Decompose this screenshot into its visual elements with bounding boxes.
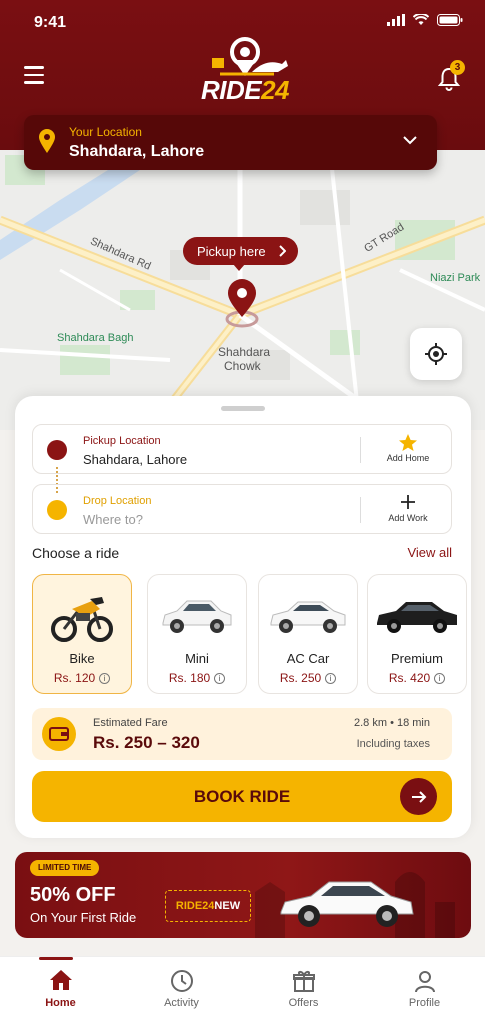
taxes-note: Including taxes [356, 738, 430, 750]
ride-option-bike[interactable]: Bike Rs. 120 i [32, 574, 132, 694]
bike-image [51, 597, 113, 642]
pickup-here-button[interactable]: Pickup here [183, 237, 298, 271]
crosshair-icon [425, 343, 447, 365]
mini-car-image [162, 600, 232, 633]
ride-option-ac-car[interactable]: AC Car Rs. 250 i [258, 574, 358, 694]
tab-label: Home [45, 997, 76, 1009]
tab-activity[interactable]: Activity [121, 957, 242, 1024]
ride-price: Rs. 420 i [368, 671, 466, 685]
logo-text: RIDE24 [200, 75, 290, 105]
pickup-location-field[interactable]: Pickup Location Shahdara, Lahore Add Hom… [32, 424, 452, 474]
map-label-place: Chowk [224, 359, 261, 373]
ride-name: AC Car [286, 651, 330, 666]
menu-line [24, 81, 44, 84]
trip-distance-time: 2.8 km • 18 min [354, 717, 430, 729]
view-all-link[interactable]: View all [407, 545, 452, 560]
tab-offers[interactable]: Offers [243, 957, 364, 1024]
add-work-label: Add Work [388, 513, 428, 523]
menu-button[interactable] [24, 66, 48, 88]
ride-option-premium[interactable]: Premium Rs. 420 i [367, 574, 467, 694]
plus-icon [401, 495, 415, 509]
divider [360, 497, 361, 523]
signal-icon [387, 14, 405, 26]
pickup-dot-icon [47, 440, 67, 460]
status-time: 9:41 [34, 14, 67, 31]
tab-profile[interactable]: Profile [364, 957, 485, 1024]
ride-option-mini[interactable]: Mini Rs. 180 i [147, 574, 247, 694]
add-home-button[interactable]: Add Home [373, 431, 443, 463]
battery-icon [437, 14, 463, 26]
menu-line [24, 73, 44, 76]
wallet-icon [42, 717, 76, 751]
estimated-fare-panel: Estimated Fare Rs. 250 – 320 2.8 km • 18… [32, 708, 452, 760]
fare-value: Rs. 250 – 320 [93, 733, 200, 752]
choose-ride-heading: Choose a ride [32, 545, 120, 561]
tab-label: Activity [164, 997, 199, 1009]
pickup-here-label: Pickup here [197, 243, 266, 259]
tab-label: Profile [408, 997, 441, 1009]
info-icon: i [99, 673, 111, 684]
ride-name: Mini [185, 651, 209, 666]
wifi-icon [413, 14, 429, 25]
info-icon: i [434, 673, 446, 684]
booking-sheet: Pickup Location Shahdara, Lahore Add Hom… [15, 396, 471, 838]
drop-input[interactable]: Where to? [83, 512, 143, 527]
promo-title: 50% OFF [30, 884, 116, 906]
star-icon [399, 434, 417, 451]
ac-car-image [270, 601, 346, 633]
promo-tag: LIMITED TIME [30, 860, 100, 876]
book-ride-label: BOOK RIDE [193, 787, 291, 806]
arrow-right-icon [400, 778, 437, 815]
location-selector[interactable]: Your Location Shahdara, Lahore [24, 115, 437, 170]
ride-name: Premium [390, 651, 443, 666]
ride-price: Rs. 180 i [148, 671, 246, 685]
promo-subtitle: On Your First Ride [30, 910, 137, 925]
pickup-label: Pickup Location [83, 435, 161, 447]
clock-icon [170, 970, 193, 992]
promo-car-image [280, 881, 414, 927]
chevron-down-icon [403, 136, 417, 145]
map-label-park: Niazi Park [430, 272, 481, 284]
ride-name: Bike [69, 651, 95, 666]
bottom-tab-bar: Home Activity Offers Profile [0, 956, 485, 1024]
promo-banner[interactable]: LIMITED TIME 50% OFF On Your First Ride … [15, 852, 471, 938]
user-icon [414, 971, 435, 993]
map-label-place: Shahdara [218, 345, 271, 359]
app-logo: RIDE24 [190, 36, 300, 108]
drop-label: Drop Location [83, 495, 152, 507]
map-label-area: Shahdara Bagh [57, 332, 134, 344]
add-home-label: Add Home [386, 453, 430, 463]
tab-home[interactable]: Home [0, 957, 121, 1024]
pickup-value: Shahdara, Lahore [83, 452, 188, 467]
info-icon: i [325, 673, 337, 684]
ride-price: Rs. 250 i [259, 671, 357, 685]
sheet-handle[interactable] [221, 406, 265, 411]
divider [360, 437, 361, 463]
location-pin-icon [39, 129, 55, 153]
location-value: Shahdara, Lahore [69, 143, 205, 160]
premium-car-image [377, 602, 457, 633]
drop-location-field[interactable]: Drop Location Where to? Add Work [32, 484, 452, 534]
menu-line [24, 66, 44, 69]
info-icon: i [214, 673, 226, 684]
gift-icon [292, 971, 315, 992]
map-pin-icon [225, 279, 259, 328]
location-label: Your Location [69, 125, 142, 139]
tab-label: Offers [288, 997, 319, 1009]
add-work-button[interactable]: Add Work [373, 491, 443, 523]
ride-price: Rs. 120 i [33, 671, 131, 685]
drop-dot-icon [47, 500, 67, 520]
home-icon [49, 970, 72, 990]
status-icons [387, 14, 463, 26]
my-location-button[interactable] [410, 328, 462, 380]
chevron-right-icon [278, 245, 286, 257]
fare-label: Estimated Fare [93, 717, 168, 729]
book-ride-button[interactable]: BOOK RIDE [32, 771, 452, 822]
promo-code[interactable]: RIDE24NEW [165, 890, 251, 922]
notification-badge: 3 [450, 60, 465, 75]
